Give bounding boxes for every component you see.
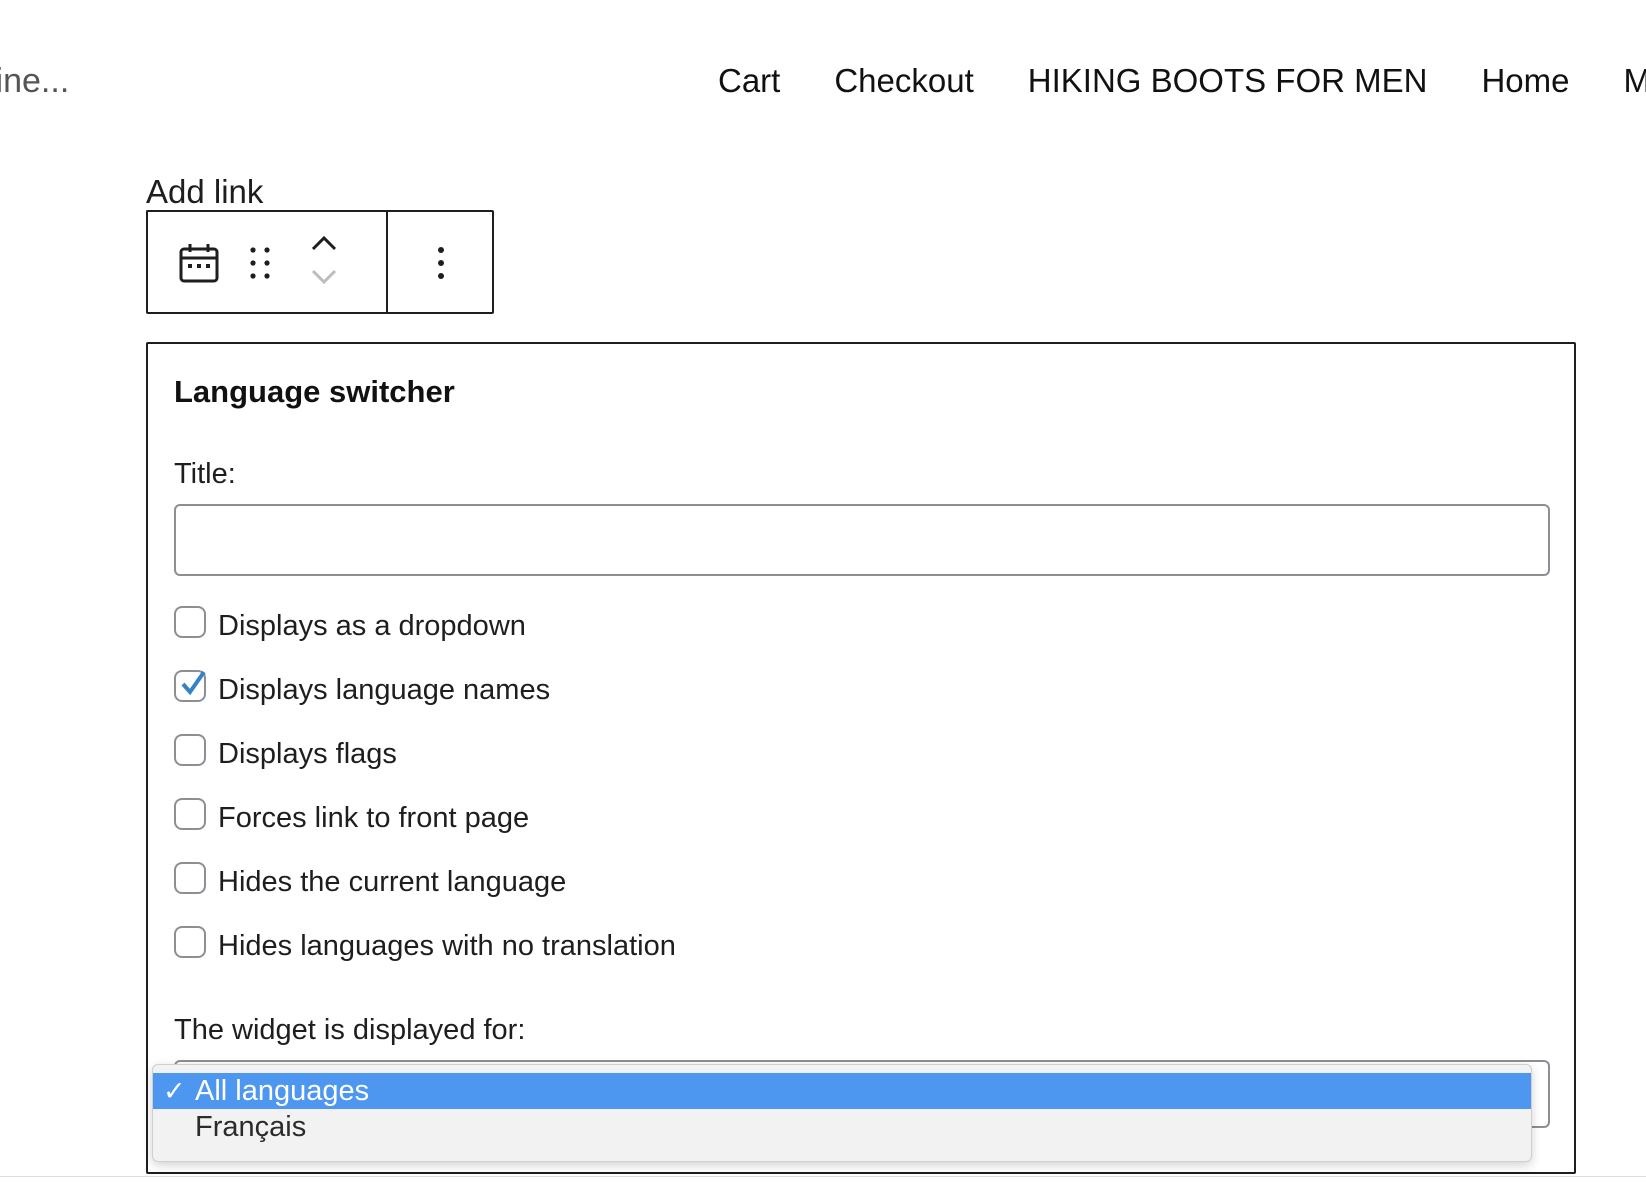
nav-item-more[interactable]: M (1624, 62, 1646, 106)
option-force-front-page[interactable]: Forces link to front page (174, 798, 529, 838)
primary-nav: Cart Checkout HIKING BOOTS FOR MEN Home … (718, 62, 1646, 106)
drag-handle-icon[interactable] (240, 238, 280, 288)
checkbox-hide-current[interactable] (174, 862, 206, 894)
move-up-icon[interactable] (304, 228, 344, 258)
toolbar-block-controls (148, 212, 388, 312)
dropdown-option-all-languages[interactable]: ✓ All languages (153, 1073, 1531, 1109)
calendar-icon[interactable] (174, 238, 224, 288)
nav-item-cart[interactable]: Cart (718, 62, 780, 106)
option-dropdown[interactable]: Displays as a dropdown (174, 606, 526, 646)
option-label: Displays language names (218, 673, 551, 706)
option-language-names[interactable]: Displays language names (174, 670, 550, 710)
option-label: Forces link to front page (218, 801, 530, 834)
page-divider (0, 1176, 1646, 1177)
toolbar-options-group (388, 212, 492, 312)
nav-item-checkout[interactable]: Checkout (834, 62, 973, 106)
option-label: Hides the current language (218, 865, 567, 898)
language-switcher-widget: Language switcher Title: Displays as a d… (146, 342, 1576, 1174)
option-label: Displays flags (218, 737, 397, 770)
checkbox-hide-no-translation[interactable] (174, 926, 206, 958)
site-tagline: line... (0, 62, 70, 100)
selected-check-icon: ✓ (163, 1076, 186, 1106)
option-text: Français (195, 1111, 307, 1143)
move-down-icon[interactable] (304, 262, 344, 292)
widget-title: Language switcher (174, 374, 455, 409)
dropdown-option-francais[interactable]: Français (153, 1109, 1531, 1145)
nav-item-home[interactable]: Home (1481, 62, 1569, 106)
option-text: All languages (195, 1075, 370, 1107)
checkbox-dropdown[interactable] (174, 606, 206, 638)
checkmark-icon (181, 670, 206, 696)
nav-item-hiking-boots[interactable]: HIKING BOOTS FOR MEN (1028, 62, 1428, 106)
checkbox-flags[interactable] (174, 734, 206, 766)
add-link-placeholder[interactable]: Add link (146, 174, 264, 212)
option-hide-no-translation[interactable]: Hides languages with no translation (174, 926, 676, 966)
title-label: Title: (174, 458, 236, 490)
checkbox-force-front-page[interactable] (174, 798, 206, 830)
title-input[interactable] (174, 504, 1550, 576)
displayed-for-label: The widget is displayed for: (174, 1014, 526, 1046)
option-flags[interactable]: Displays flags (174, 734, 397, 774)
option-hide-current[interactable]: Hides the current language (174, 862, 566, 902)
language-dropdown-list: ✓ All languages Français (152, 1064, 1532, 1162)
option-label: Displays as a dropdown (218, 609, 526, 642)
more-options-icon[interactable] (418, 238, 464, 288)
option-label: Hides languages with no translation (218, 929, 676, 962)
block-toolbar (146, 210, 494, 314)
checkbox-language-names[interactable] (174, 670, 206, 702)
